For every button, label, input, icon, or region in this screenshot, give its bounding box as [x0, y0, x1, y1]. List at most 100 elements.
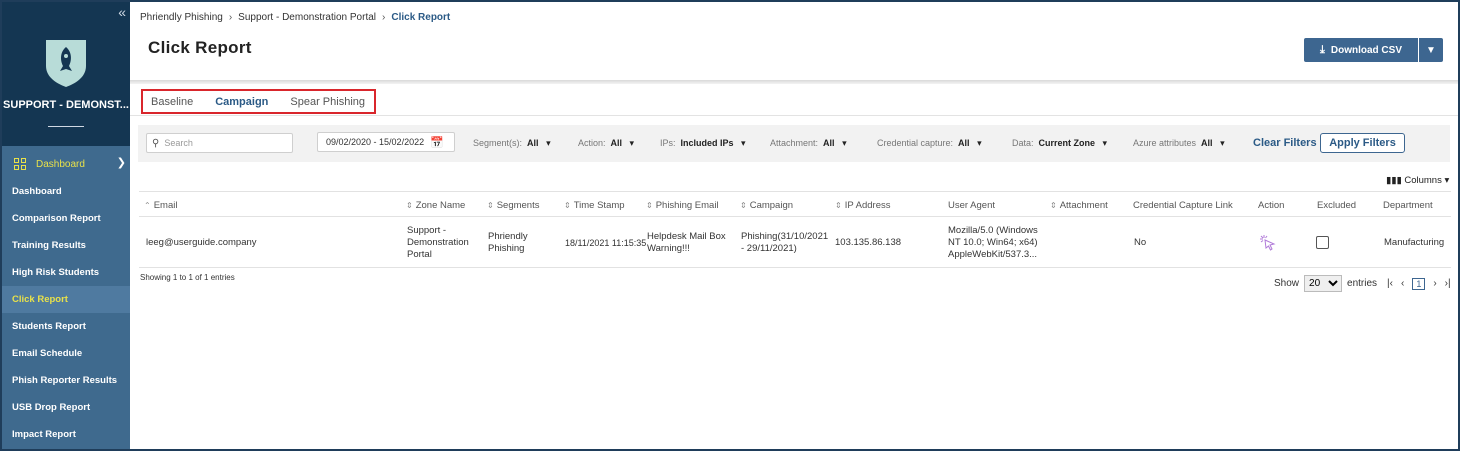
- column-header-label: Email: [153, 200, 178, 211]
- search-icon: ⚲: [152, 137, 160, 149]
- caret-down-icon: ▾: [1220, 138, 1225, 148]
- sidebar-item-dashboard[interactable]: Dashboard: [2, 178, 130, 205]
- column-header-department[interactable]: Department: [1383, 200, 1433, 211]
- caret-down-icon: ▾: [842, 138, 847, 148]
- report-tabs: Baseline Campaign Spear Phishing: [141, 89, 376, 114]
- org-name: SUPPORT - DEMONST...: [3, 99, 129, 111]
- column-header-campaign[interactable]: ⇕ Campaign: [740, 200, 793, 211]
- page-title: Click Report: [148, 38, 252, 57]
- azure-filter-label: Azure attributes: [1133, 138, 1197, 148]
- column-header-zone-name[interactable]: ⇕ Zone Name: [406, 200, 465, 211]
- credential-capture-filter[interactable]: Credential capture: All ▾: [877, 138, 982, 149]
- entries-label: entries: [1347, 278, 1378, 289]
- ips-filter-value: Included IPs: [680, 138, 734, 148]
- azure-attributes-filter[interactable]: Azure attributes All ▾: [1133, 138, 1225, 149]
- page-size-select[interactable]: 20: [1304, 275, 1343, 292]
- download-options-button[interactable]: ▼: [1419, 38, 1443, 62]
- clear-filters-button[interactable]: Clear Filters: [1253, 137, 1317, 149]
- column-header-ip-address[interactable]: ⇕ IP Address: [835, 200, 890, 211]
- click-action-icon[interactable]: [1259, 234, 1277, 252]
- collapse-sidebar-icon[interactable]: «: [118, 4, 126, 20]
- sort-icon: ⇕: [835, 201, 842, 210]
- sidebar-item-impact-report[interactable]: Impact Report: [2, 421, 130, 448]
- column-header-label: Attachment: [1059, 200, 1108, 211]
- sidebar-item-email-schedule[interactable]: Email Schedule: [2, 340, 130, 367]
- next-page-icon[interactable]: ›: [1433, 278, 1436, 289]
- sidebar-header: « SUPPORT - DEMONST...: [2, 2, 130, 146]
- sidebar-item-comparison-report[interactable]: Comparison Report: [2, 205, 130, 232]
- column-header-action[interactable]: Action: [1258, 200, 1284, 211]
- columns-icon: ▮▮▮: [1386, 175, 1402, 186]
- page-number-current[interactable]: 1: [1412, 277, 1426, 290]
- caret-down-icon: ▾: [629, 138, 635, 148]
- cell-line: Phriendly: [488, 231, 528, 242]
- sidebar-item-high-risk-students[interactable]: High Risk Students: [2, 259, 130, 286]
- chevron-down-icon: ❯: [116, 157, 126, 169]
- column-header-user-agent[interactable]: User Agent: [948, 200, 995, 211]
- download-icon: ⤓: [1320, 43, 1325, 56]
- cell-line: AppleWebKit/537.3...: [948, 249, 1038, 260]
- divider: [48, 126, 84, 127]
- column-header-phishing-email[interactable]: ⇕ Phishing Email: [646, 200, 719, 211]
- sidebar-item-click-report[interactable]: Click Report: [2, 286, 130, 313]
- apply-filters-button[interactable]: Apply Filters: [1320, 133, 1405, 153]
- sidebar-item-students-report[interactable]: Students Report: [2, 313, 130, 340]
- column-header-credential-capture-link[interactable]: Credential Capture Link: [1133, 200, 1233, 211]
- credential-filter-label: Credential capture:: [877, 138, 954, 148]
- attachment-filter[interactable]: Attachment: All ▾: [770, 138, 847, 149]
- last-page-icon[interactable]: ›|: [1445, 278, 1451, 289]
- cell-time-stamp: 18/11/2021 11:15:35: [565, 238, 647, 248]
- data-filter-value: Current Zone: [1038, 138, 1096, 148]
- tab-spear-phishing[interactable]: Spear Phishing: [290, 96, 365, 108]
- breadcrumb-item[interactable]: Phriendly Phishing: [140, 12, 223, 23]
- cell-campaign: Phishing(31/10/2021 - 29/11/2021): [741, 231, 828, 255]
- sidebar-item-training-results[interactable]: Training Results: [2, 232, 130, 259]
- cell-line: Phishing: [488, 243, 525, 254]
- sort-icon: ⇕: [487, 201, 494, 210]
- sort-asc-icon: ⌃: [144, 201, 151, 210]
- column-header-label: Campaign: [749, 200, 794, 211]
- sidebar-dashboard-group[interactable]: Dashboard ❯: [2, 152, 130, 176]
- click-report-table: ⌃ Email ⇕ Zone Name ⇕ Segments ⇕ Time Stamp …: [139, 191, 1451, 268]
- action-filter[interactable]: Action: All ▾: [578, 138, 634, 149]
- cell-line: Portal: [407, 249, 432, 260]
- sidebar-item-usb-drop-report[interactable]: USB Drop Report: [2, 394, 130, 421]
- cell-zone-name: Support - Demonstration Portal: [407, 225, 469, 261]
- column-header-excluded[interactable]: Excluded: [1317, 200, 1356, 211]
- breadcrumb-item[interactable]: Support - Demonstration Portal: [238, 12, 376, 23]
- table-row[interactable]: leeg@userguide.company Support - Demonst…: [139, 217, 1451, 268]
- first-page-icon[interactable]: |‹: [1387, 278, 1393, 289]
- segments-filter-label: Segment(s):: [473, 138, 523, 148]
- ips-filter[interactable]: IPs: Included IPs ▾: [660, 138, 746, 149]
- header-divider: [130, 80, 1458, 84]
- tab-campaign[interactable]: Campaign: [215, 96, 268, 108]
- date-range-picker[interactable]: 09/02/2020 - 15/02/2022 📅: [317, 132, 455, 152]
- column-header-segments[interactable]: ⇕ Segments: [487, 200, 539, 211]
- search-input[interactable]: ⚲ Search: [146, 133, 293, 153]
- segments-filter[interactable]: Segment(s): All ▾: [473, 138, 551, 149]
- caret-down-icon: ▾: [546, 138, 551, 148]
- sort-icon: ⇕: [1050, 201, 1057, 210]
- prev-page-icon[interactable]: ‹: [1401, 278, 1404, 289]
- column-header-email[interactable]: ⌃ Email: [144, 200, 177, 211]
- cell-ip-address: 103.135.86.138: [835, 237, 902, 248]
- columns-button[interactable]: ▮▮▮ Columns ▾: [1386, 175, 1449, 186]
- attachment-filter-value: All: [823, 138, 835, 148]
- divider: [130, 115, 1458, 116]
- entries-summary: Showing 1 to 1 of 1 entries: [140, 273, 235, 282]
- attachment-filter-label: Attachment:: [770, 138, 819, 148]
- data-filter[interactable]: Data: Current Zone ▾: [1012, 138, 1107, 149]
- sidebar-item-phish-reporter-results[interactable]: Phish Reporter Results: [2, 367, 130, 394]
- excluded-checkbox[interactable]: [1316, 236, 1329, 249]
- column-header-time-stamp[interactable]: ⇕ Time Stamp: [564, 200, 625, 211]
- show-label: Show: [1274, 278, 1300, 289]
- download-csv-button[interactable]: ⤓ Download CSV: [1304, 38, 1418, 62]
- column-header-label: Zone Name: [415, 200, 466, 211]
- sidebar: « SUPPORT - DEMONST... Dashboard ❯ Dashb…: [2, 2, 130, 449]
- breadcrumb: Phriendly Phishing › Support - Demonstrati…: [140, 12, 450, 23]
- cell-line: Demonstration: [407, 237, 469, 248]
- column-header-label: Time Stamp: [573, 200, 625, 211]
- tab-baseline[interactable]: Baseline: [151, 96, 193, 108]
- dashboard-grid-icon: [14, 158, 26, 170]
- column-header-attachment[interactable]: ⇕ Attachment: [1050, 200, 1108, 211]
